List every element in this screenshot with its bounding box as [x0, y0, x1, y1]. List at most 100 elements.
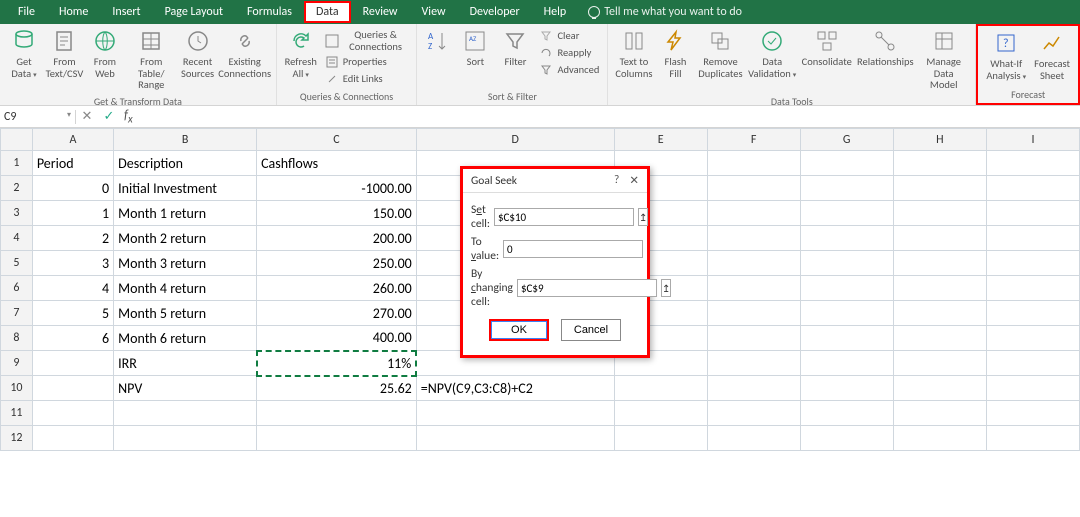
btn-queries-connections[interactable]: Queries & Connections	[321, 28, 413, 53]
enter-formula-icon[interactable]: ✓	[98, 109, 120, 124]
row-header-4[interactable]: 4	[1, 226, 33, 251]
row-header-5[interactable]: 5	[1, 251, 33, 276]
btn-sort[interactable]: AZSort	[455, 26, 495, 70]
tab-review[interactable]: Review	[351, 1, 410, 23]
tab-page-layout[interactable]: Page Layout	[153, 1, 235, 23]
row-header-9[interactable]: 9	[1, 351, 33, 376]
btn-remove-duplicates[interactable]: Remove Duplicates	[695, 26, 745, 81]
col-header-F[interactable]: F	[707, 129, 800, 151]
col-header-I[interactable]: I	[986, 129, 1079, 151]
set-cell-input[interactable]	[494, 208, 634, 226]
col-header-B[interactable]: B	[114, 129, 257, 151]
cell-C9[interactable]: 11%	[257, 351, 417, 376]
worksheet[interactable]: A B C D E F G H I 1 Period Description C…	[0, 128, 1080, 488]
btn-filter[interactable]: Filter	[495, 26, 535, 70]
cell-B1[interactable]: Description	[114, 151, 257, 176]
name-box[interactable]: C9	[0, 110, 76, 124]
btn-existing-conn[interactable]: Existing Connections	[218, 26, 272, 81]
row-header-2[interactable]: 2	[1, 176, 33, 201]
cell-A9[interactable]	[32, 351, 113, 376]
tab-formulas[interactable]: Formulas	[235, 1, 304, 23]
btn-recent-sources[interactable]: Recent Sources	[178, 26, 218, 81]
cell-C5[interactable]: 250.00	[257, 251, 417, 276]
col-header-C[interactable]: C	[257, 129, 417, 151]
cell-C1[interactable]: Cashflows	[257, 151, 417, 176]
cell-A6[interactable]: 4	[32, 276, 113, 301]
cell-A5[interactable]: 3	[32, 251, 113, 276]
btn-clear[interactable]: Clear	[535, 28, 603, 44]
cell-B9[interactable]: IRR	[114, 351, 257, 376]
cell-B10[interactable]: NPV	[114, 376, 257, 401]
row-header-12[interactable]: 12	[1, 426, 33, 451]
btn-consolidate[interactable]: Consolidate	[799, 26, 855, 70]
btn-what-if[interactable]: ?What-If Analysis	[982, 28, 1030, 83]
btn-from-table[interactable]: From Table/ Range	[125, 26, 178, 93]
cell-B2[interactable]: Initial Investment	[114, 176, 257, 201]
col-header-H[interactable]: H	[893, 129, 986, 151]
row-header-3[interactable]: 3	[1, 201, 33, 226]
btn-text-to-columns[interactable]: Text to Columns	[612, 26, 655, 81]
col-header-G[interactable]: G	[800, 129, 893, 151]
cell-A7[interactable]: 5	[32, 301, 113, 326]
btn-data-validation[interactable]: Data Validation	[745, 26, 799, 81]
cell-D10[interactable]: =NPV(C9,C3:C8)+C2	[416, 376, 614, 401]
tab-help[interactable]: Help	[532, 1, 579, 23]
cell-A3[interactable]: 1	[32, 201, 113, 226]
tab-view[interactable]: View	[410, 1, 458, 23]
btn-flash-fill[interactable]: Flash Fill	[655, 26, 695, 81]
cell-C2[interactable]: -1000.00	[257, 176, 417, 201]
by-changing-input[interactable]	[517, 279, 657, 297]
row-header-8[interactable]: 8	[1, 326, 33, 351]
cell-C6[interactable]: 260.00	[257, 276, 417, 301]
cell-B5[interactable]: Month 3 return	[114, 251, 257, 276]
cell-C8[interactable]: 400.00	[257, 326, 417, 351]
btn-relationships[interactable]: Relationships	[855, 26, 917, 70]
tab-insert[interactable]: Insert	[100, 1, 152, 23]
btn-reapply[interactable]: Reapply	[535, 45, 603, 61]
cell-A2[interactable]: 0	[32, 176, 113, 201]
cell-A4[interactable]: 2	[32, 226, 113, 251]
btn-properties[interactable]: Properties	[321, 54, 413, 70]
tab-home[interactable]: Home	[47, 1, 100, 23]
cell-B4[interactable]: Month 2 return	[114, 226, 257, 251]
row-header-10[interactable]: 10	[1, 376, 33, 401]
cell-C3[interactable]: 150.00	[257, 201, 417, 226]
cell-C7[interactable]: 270.00	[257, 301, 417, 326]
btn-from-text[interactable]: From Text/CSV	[44, 26, 85, 81]
cell-A10[interactable]	[32, 376, 113, 401]
cell-C10[interactable]: 25.62	[257, 376, 417, 401]
to-value-input[interactable]	[503, 240, 643, 258]
cell-B7[interactable]: Month 5 return	[114, 301, 257, 326]
cell-A1[interactable]: Period	[32, 151, 113, 176]
cell-C4[interactable]: 200.00	[257, 226, 417, 251]
collapse-icon[interactable]: ↥	[661, 279, 671, 297]
row-header-6[interactable]: 6	[1, 276, 33, 301]
cell-A8[interactable]: 6	[32, 326, 113, 351]
tell-me-search[interactable]: Tell me what you want to do	[588, 5, 742, 19]
btn-sort-az[interactable]: AZ	[421, 26, 455, 56]
btn-refresh-all[interactable]: Refresh All	[281, 26, 321, 81]
btn-advanced[interactable]: Advanced	[535, 62, 603, 78]
cell-B3[interactable]: Month 1 return	[114, 201, 257, 226]
select-all-corner[interactable]	[1, 129, 33, 151]
cancel-button[interactable]: Cancel	[561, 319, 621, 341]
cancel-formula-icon[interactable]: ✕	[76, 109, 98, 124]
btn-data-model[interactable]: Manage Data Model	[916, 26, 971, 93]
btn-edit-links[interactable]: Edit Links	[321, 71, 413, 87]
dialog-close-icon[interactable]: ✕	[629, 173, 639, 188]
cell-B6[interactable]: Month 4 return	[114, 276, 257, 301]
row-header-1[interactable]: 1	[1, 151, 33, 176]
btn-get-data[interactable]: Get Data	[4, 26, 44, 81]
tab-file[interactable]: File	[6, 1, 47, 23]
tab-developer[interactable]: Developer	[458, 1, 532, 23]
dialog-help-icon[interactable]: ?	[614, 173, 619, 188]
cell-B8[interactable]: Month 6 return	[114, 326, 257, 351]
collapse-icon[interactable]: ↥	[638, 208, 648, 226]
btn-from-web[interactable]: From Web	[85, 26, 125, 81]
col-header-A[interactable]: A	[32, 129, 113, 151]
row-header-7[interactable]: 7	[1, 301, 33, 326]
col-header-D[interactable]: D	[416, 129, 614, 151]
btn-forecast-sheet[interactable]: Forecast Sheet	[1030, 28, 1074, 83]
ok-button[interactable]: OK	[489, 319, 549, 341]
row-header-11[interactable]: 11	[1, 401, 33, 426]
